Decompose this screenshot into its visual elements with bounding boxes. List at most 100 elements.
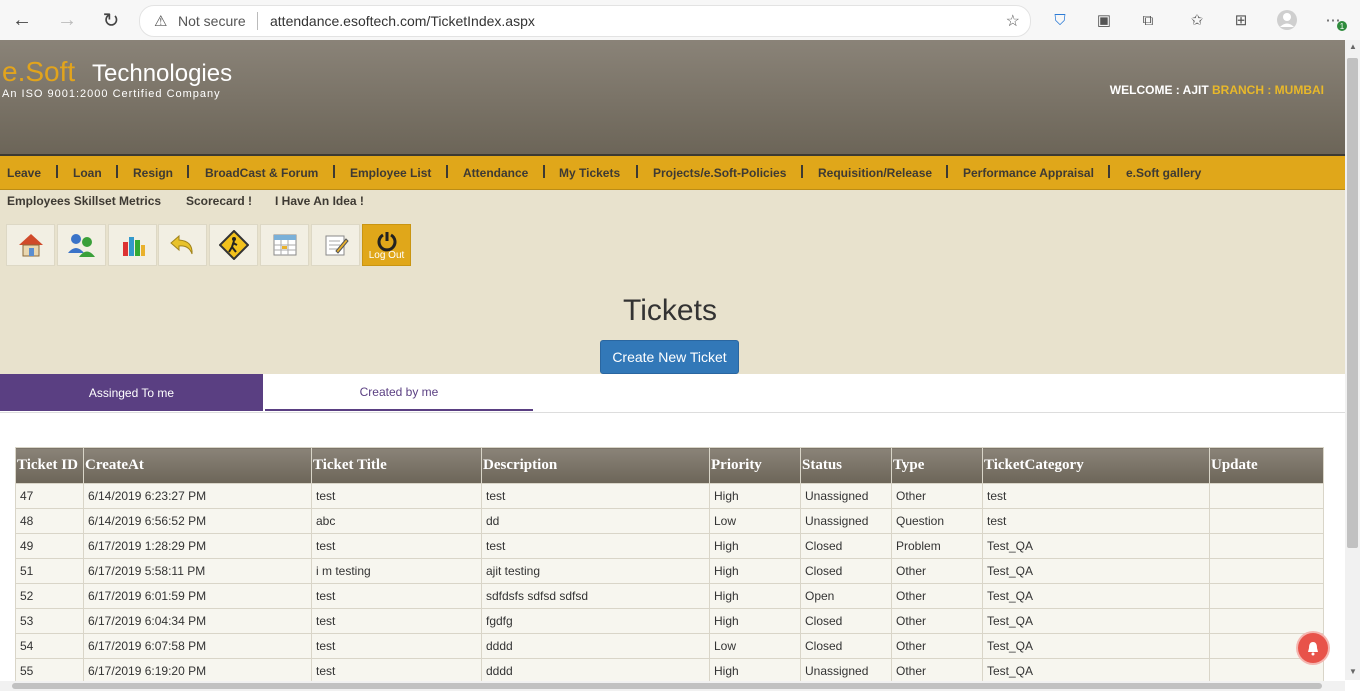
menu-item-requisition[interactable]: Requisition/Release [818, 166, 932, 180]
submenu-item-idea[interactable]: I Have An Idea ! [275, 194, 364, 208]
table-row[interactable]: 51 6/17/2019 5:58:11 PM i m testing ajit te… [15, 558, 1324, 584]
tabs-icon[interactable]: ⊞ [1230, 9, 1252, 31]
table-cell: test [311, 583, 482, 609]
table-cell: test [311, 608, 482, 634]
table-cell: 48 [15, 508, 84, 534]
submenu-item-skillset[interactable]: Employees Skillset Metrics [7, 194, 161, 208]
table-cell: Test_QA [982, 558, 1210, 584]
not-secure-label: Not secure [178, 13, 246, 29]
table-row[interactable]: 54 6/17/2019 6:07:58 PM test dddd Low Closed O… [15, 633, 1324, 659]
home-button[interactable] [6, 224, 55, 266]
url-text[interactable]: attendance.esoftech.com/TicketIndex.aspx [270, 13, 535, 29]
update-cell[interactable] [1209, 583, 1324, 609]
update-cell[interactable] [1209, 558, 1324, 584]
logout-button[interactable]: Log Out [362, 224, 411, 266]
welcome-text: WELCOME : AJIT BRANCH : MUMBAI [1110, 83, 1324, 97]
back-icon[interactable]: ← [10, 8, 34, 32]
table-row[interactable]: 53 6/17/2019 6:04:34 PM test fgdfg High Close… [15, 608, 1324, 634]
update-cell[interactable] [1209, 608, 1324, 634]
table-cell: dddd [481, 633, 710, 659]
table-cell: test [311, 483, 482, 509]
column-header: Update [1209, 447, 1324, 484]
menu-item-resign[interactable]: Resign [133, 166, 173, 180]
table-cell: Other [891, 583, 983, 609]
table-cell: Test_QA [982, 658, 1210, 684]
menu-divider [56, 165, 58, 178]
content-area: Employees Skillset Metrics Scorecard ! I… [0, 190, 1345, 374]
reports-button[interactable] [108, 224, 157, 266]
warning-icon: ⚠ [154, 13, 168, 30]
menu-item-appraisal[interactable]: Performance Appraisal [963, 166, 1094, 180]
table-row[interactable]: 49 6/17/2019 1:28:29 PM test test High Closed… [15, 533, 1324, 559]
table-cell: test [982, 483, 1210, 509]
tab-created-by-me[interactable]: Created by me [265, 374, 533, 411]
table-cell: Problem [891, 533, 983, 559]
table-cell: Other [891, 658, 983, 684]
table-cell: 54 [15, 633, 84, 659]
table-row[interactable]: 55 6/17/2019 6:19:20 PM test dddd High Unassi… [15, 658, 1324, 684]
address-bar[interactable]: ⚠ Not secure attendance.esoftech.com/Tic… [139, 5, 1031, 37]
create-ticket-button[interactable]: Create New Ticket [600, 340, 739, 374]
scroll-down-icon[interactable]: ▼ [1349, 667, 1357, 676]
menu-item-loan[interactable]: Loan [73, 166, 102, 180]
table-cell: 6/14/2019 6:56:52 PM [83, 508, 312, 534]
table-cell: 52 [15, 583, 84, 609]
shield-icon[interactable]: ⛉ [1049, 9, 1071, 31]
update-cell[interactable] [1209, 483, 1324, 509]
favorites-icon[interactable]: ✩ [1186, 9, 1208, 31]
collections-icon[interactable]: ▣ [1093, 9, 1115, 31]
scroll-up-icon[interactable]: ▲ [1349, 42, 1357, 51]
page-title: Tickets [623, 294, 717, 327]
update-cell[interactable] [1209, 658, 1324, 684]
exit-button[interactable] [209, 224, 258, 266]
column-header: Priority [709, 447, 801, 484]
vertical-scrollbar[interactable]: ▲ ▼ [1345, 40, 1360, 680]
undo-button[interactable] [158, 224, 207, 266]
menu-item-attendance[interactable]: Attendance [463, 166, 528, 180]
table-row[interactable]: 52 6/17/2019 6:01:59 PM test sdfdsfs sdfsd … [15, 583, 1324, 609]
horizontal-scrollbar[interactable] [0, 681, 1345, 691]
users-button[interactable] [57, 224, 106, 266]
menu-divider [116, 165, 118, 178]
table-row[interactable]: 47 6/14/2019 6:23:27 PM test test High Unassi… [15, 483, 1324, 509]
table-cell: Other [891, 483, 983, 509]
menu-item-my-tickets[interactable]: My Tickets [559, 166, 620, 180]
table-cell: High [709, 658, 801, 684]
horizontal-scroll-thumb[interactable] [12, 683, 1322, 689]
edit-button[interactable] [311, 224, 360, 266]
reload-icon[interactable]: ↻ [99, 8, 123, 32]
menu-item-broadcast[interactable]: BroadCast & Forum [205, 166, 318, 180]
table-row[interactable]: 48 6/14/2019 6:56:52 PM abc dd Low Unassigned… [15, 508, 1324, 534]
menu-item-employee-list[interactable]: Employee List [350, 166, 431, 180]
notification-bell-button[interactable] [1298, 633, 1328, 663]
column-header: Description [481, 447, 710, 484]
home-icon [18, 234, 43, 257]
extensions-icon[interactable]: ⧉ [1137, 9, 1159, 31]
menu-divider [636, 165, 638, 178]
submenu-item-scorecard[interactable]: Scorecard ! [186, 194, 252, 208]
address-divider [257, 12, 258, 30]
tab-assigned-to-me[interactable]: Assinged To me [0, 374, 263, 411]
table-cell: Unassigned [800, 508, 892, 534]
table-cell: 49 [15, 533, 84, 559]
table-cell: test [481, 483, 710, 509]
table-cell: test [311, 658, 482, 684]
table-cell: 6/17/2019 5:58:11 PM [83, 558, 312, 584]
menu-item-gallery[interactable]: e.Soft gallery [1126, 166, 1201, 180]
update-cell[interactable] [1209, 533, 1324, 559]
vertical-scroll-thumb[interactable] [1347, 58, 1358, 548]
add-favorite-icon[interactable]: ☆ [1006, 11, 1020, 31]
update-cell[interactable] [1209, 508, 1324, 534]
table-cell: 6/17/2019 6:01:59 PM [83, 583, 312, 609]
menu-item-projects[interactable]: Projects/e.Soft-Policies [653, 166, 786, 180]
forward-icon[interactable]: → [55, 8, 79, 32]
table-cell: i m testing [311, 558, 482, 584]
branch-label: BRANCH : MUMBAI [1212, 83, 1324, 97]
menu-item-leave[interactable]: Leave [7, 166, 41, 180]
profile-avatar[interactable] [1276, 9, 1298, 31]
table-cell: Test_QA [982, 533, 1210, 559]
update-badge: 1 [1337, 21, 1347, 31]
table-cell: High [709, 558, 801, 584]
calendar-button[interactable] [260, 224, 309, 266]
table-cell: test [311, 633, 482, 659]
